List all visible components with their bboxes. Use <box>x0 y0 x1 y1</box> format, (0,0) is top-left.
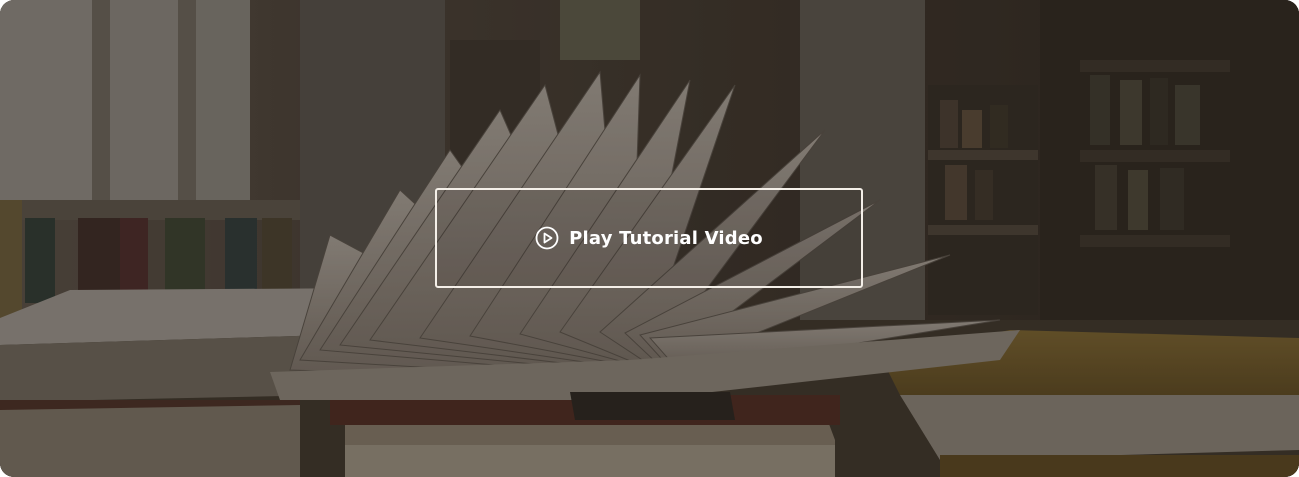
play-tutorial-video-button[interactable]: Play Tutorial Video <box>435 188 863 288</box>
video-hero-banner: Play Tutorial Video <box>0 0 1299 477</box>
play-tutorial-video-label: Play Tutorial Video <box>569 227 763 249</box>
play-circle-icon <box>535 226 559 250</box>
